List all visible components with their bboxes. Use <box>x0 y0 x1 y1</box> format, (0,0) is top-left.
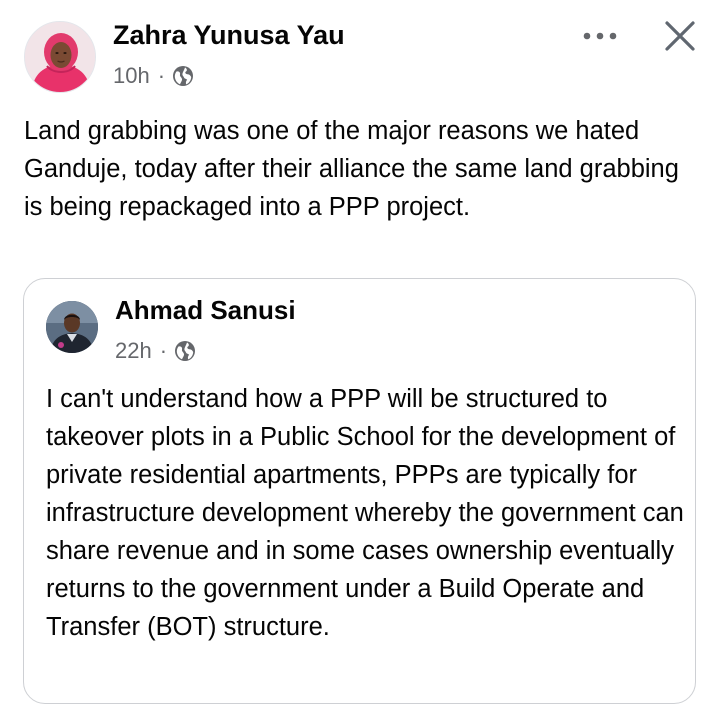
shared-post-text: I can't understand how a PPP will be str… <box>46 385 684 641</box>
shared-post-card[interactable]: Ahmad Sanusi 22h · I can't understand ho… <box>23 278 696 704</box>
shared-post-meta: 22h · <box>115 338 196 364</box>
shared-meta-separator: · <box>159 338 168 363</box>
more-horizontal-icon <box>583 32 617 40</box>
author-name[interactable]: Zahra Yunusa Yau <box>113 20 345 51</box>
close-button[interactable] <box>660 16 700 56</box>
shared-author-avatar[interactable] <box>46 301 98 353</box>
author-avatar-image <box>25 22 95 92</box>
post-text: Land grabbing was one of the major reaso… <box>24 117 679 221</box>
author-avatar[interactable] <box>24 21 96 93</box>
post-meta: 10h · <box>113 63 194 89</box>
shared-post-timestamp[interactable]: 22h <box>115 338 152 364</box>
more-options-button[interactable] <box>578 22 622 50</box>
post: Zahra Yunusa Yau 10h · Land grabbing was… <box>0 0 702 719</box>
post-timestamp[interactable]: 10h <box>113 63 150 89</box>
shared-author-avatar-image <box>46 301 98 353</box>
shared-author-name[interactable]: Ahmad Sanusi <box>115 295 296 326</box>
globe-icon <box>174 340 196 362</box>
globe-icon <box>172 65 194 87</box>
meta-separator: · <box>157 63 166 88</box>
close-icon <box>665 21 695 51</box>
